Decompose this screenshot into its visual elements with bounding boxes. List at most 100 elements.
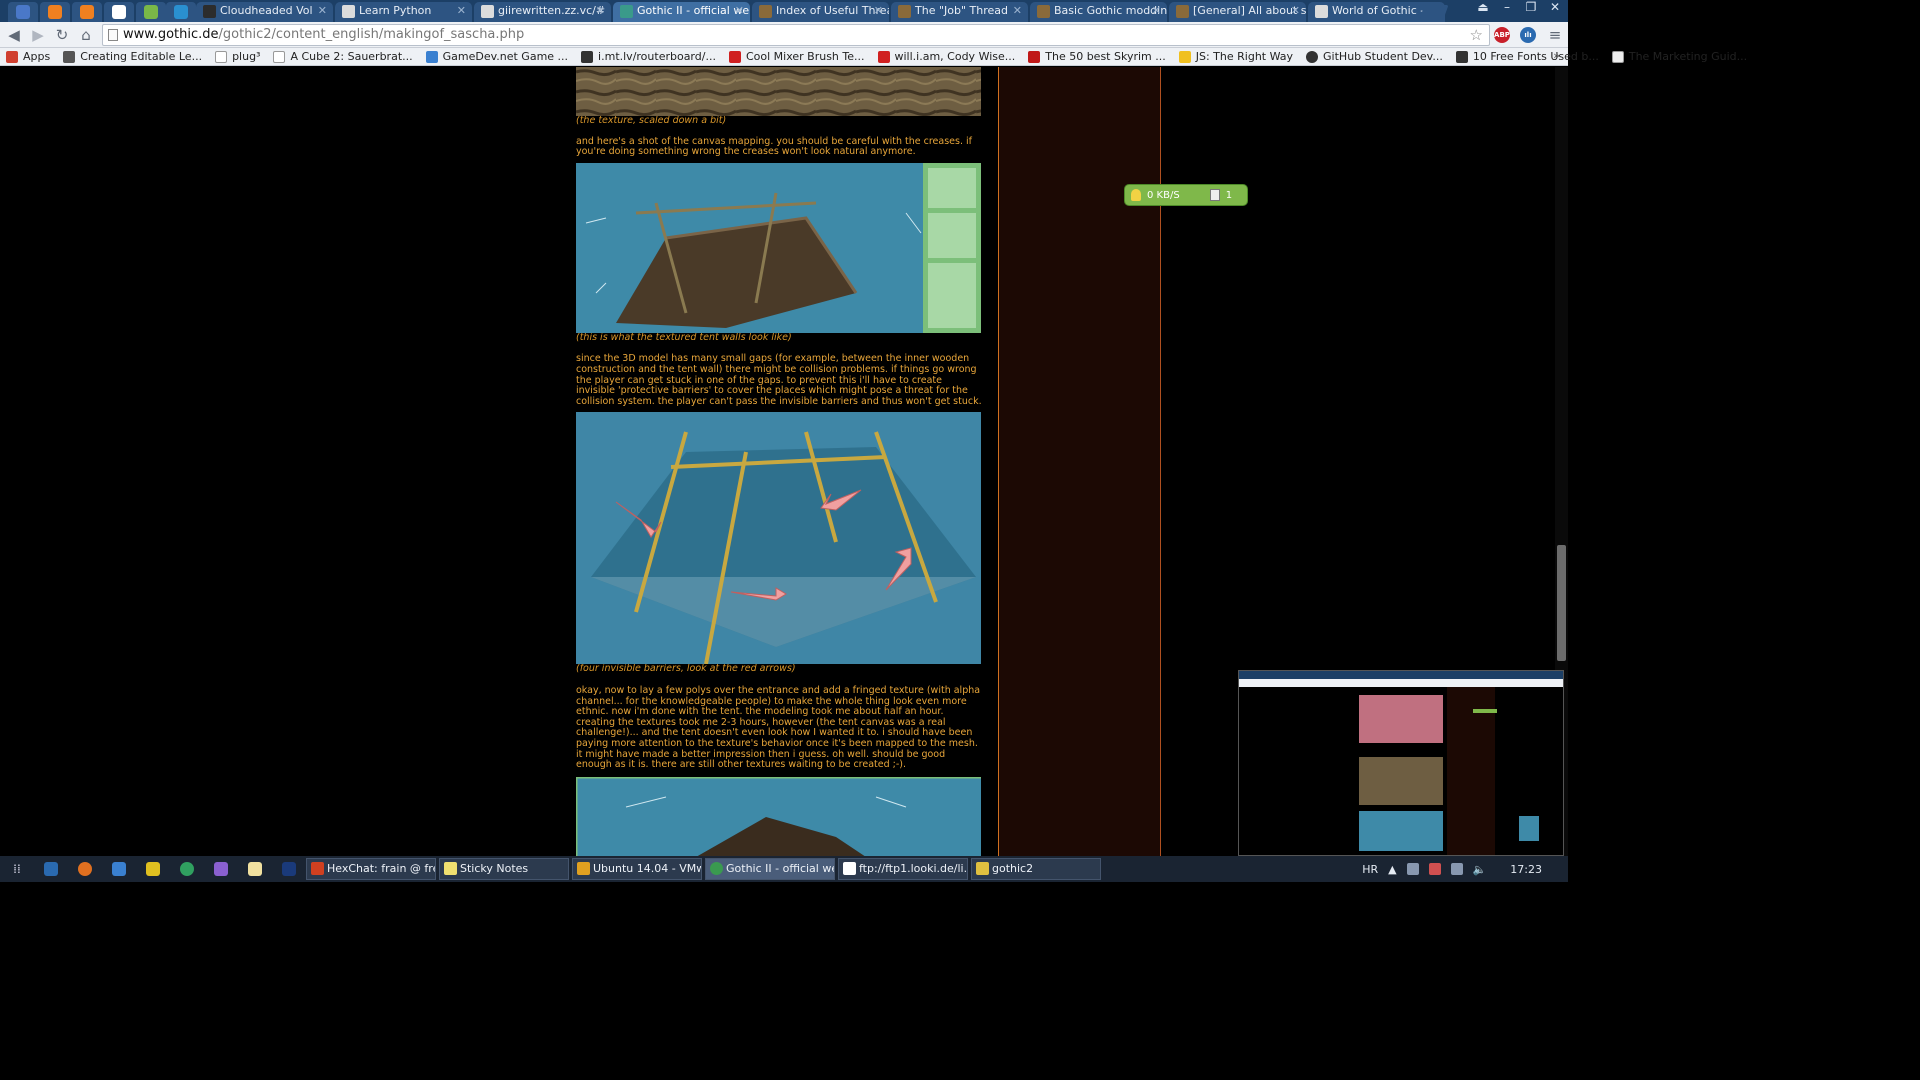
- pinned-tab-6[interactable]: [166, 2, 196, 22]
- bookmark-item[interactable]: Cool Mixer Brush Te...: [728, 50, 865, 63]
- restore-icon[interactable]: ❐: [1524, 0, 1538, 18]
- close-tab-icon[interactable]: ✕: [735, 2, 744, 20]
- address-bar[interactable]: www.gothic.de/gothic2/content_english/ma…: [102, 24, 1490, 46]
- bookmark-item[interactable]: A Cube 2: Sauerbrat...: [273, 50, 413, 63]
- close-tab-icon[interactable]: ✕: [1013, 2, 1022, 20]
- forward-arrow-icon[interactable]: ▶: [29, 26, 47, 44]
- bookmarks-bar: Apps Creating Editable Le... plug³ A Cub…: [0, 48, 1747, 66]
- visual-studio-icon: [214, 862, 228, 876]
- bookmark-item[interactable]: will.i.am, Cody Wise...: [877, 50, 1015, 63]
- bookmark-item[interactable]: GitHub Student Dev...: [1306, 50, 1443, 63]
- taskbar-pin[interactable]: [68, 856, 102, 882]
- back-arrow-icon[interactable]: ◀: [5, 26, 23, 44]
- pinned-tab-4[interactable]: [104, 2, 134, 22]
- favicon-icon: [16, 5, 30, 19]
- taskbar-pin[interactable]: [272, 856, 306, 882]
- language-indicator[interactable]: HR: [1362, 863, 1378, 876]
- network-speed-widget[interactable]: 0 KB/S 1: [1124, 184, 1248, 206]
- bookmark-item[interactable]: GameDev.net Game ...: [425, 50, 568, 63]
- notepad-icon: [248, 862, 262, 876]
- taskbar-pin[interactable]: [170, 856, 204, 882]
- pinned-tab-3[interactable]: [72, 2, 102, 22]
- apps-grid-icon: [6, 50, 18, 63]
- bookmark-favicon-icon: [425, 50, 438, 63]
- tray-expand-icon[interactable]: ▲: [1388, 863, 1396, 876]
- tab-title: Cloudheaded Vol: [220, 4, 313, 17]
- bookmark-item[interactable]: 10 Free Fonts Used b...: [1455, 50, 1599, 63]
- browser-tab[interactable]: Basic Gothic moddin ✕: [1030, 2, 1167, 22]
- network-icon[interactable]: [1406, 863, 1419, 875]
- pinned-tab-5[interactable]: [136, 2, 166, 22]
- taskbar-window-button[interactable]: Ubuntu 14.04 - VMw...: [572, 858, 702, 880]
- minimize-icon[interactable]: –: [1500, 0, 1514, 18]
- tab-title: [General] All about s: [1193, 4, 1306, 17]
- taskbar-window-button[interactable]: HexChat: frain @ fre...: [306, 858, 436, 880]
- browser-tab[interactable]: Index of Useful Threa ✕: [752, 2, 889, 22]
- start-button[interactable]: ⁞⁞: [0, 856, 34, 882]
- close-tab-icon[interactable]: ✕: [874, 2, 883, 20]
- close-tab-icon[interactable]: ✕: [1291, 2, 1300, 20]
- taskbar-pin[interactable]: [102, 856, 136, 882]
- close-tab-icon[interactable]: ✕: [318, 2, 327, 20]
- volume-icon[interactable]: 🔈: [1473, 863, 1487, 876]
- bookmark-apps[interactable]: Apps: [6, 50, 50, 63]
- scrollbar-thumb[interactable]: [1557, 545, 1566, 661]
- security-icon[interactable]: [1428, 863, 1441, 875]
- bookmark-item[interactable]: plug³: [215, 50, 260, 63]
- favicon-icon: [1315, 5, 1328, 18]
- bookmark-item[interactable]: JS: The Right Way: [1178, 50, 1293, 63]
- app-icon: [146, 862, 160, 876]
- url-path: /gothic2/content_english/makingof_sascha…: [218, 27, 525, 42]
- chrome-icon: [710, 862, 723, 875]
- canvas-mapping-svg: [576, 162, 981, 333]
- new-tab-button[interactable]: [1419, 5, 1449, 19]
- browser-tab[interactable]: The "Job" Thread ✕: [891, 2, 1028, 22]
- browser-tab[interactable]: Learn Python ✕: [335, 2, 472, 22]
- taskbar-window-button[interactable]: ftp://ftp1.looki.de/li...: [838, 858, 968, 880]
- stats-extension[interactable]: ılı: [1520, 27, 1536, 43]
- display-icon[interactable]: [1450, 863, 1463, 875]
- taskbar-window-button-active[interactable]: Gothic II - official we...: [705, 858, 835, 880]
- download-count: 1: [1225, 189, 1233, 201]
- bookmarks-overflow-button[interactable]: »: [1553, 49, 1560, 62]
- browser-toolbar: ◀ ▶ ↻ ⌂ www.gothic.de/gothic2/content_en…: [0, 22, 1568, 48]
- close-tab-icon[interactable]: ✕: [1152, 2, 1161, 20]
- window-preview-thumbnail[interactable]: [1238, 670, 1564, 856]
- image-caption: (this is what the textured tent walls lo…: [576, 331, 792, 343]
- browser-tab[interactable]: Cloudheaded Vol ✕: [196, 2, 333, 22]
- clock[interactable]: 17:23: [1510, 863, 1542, 876]
- user-icon[interactable]: ⏏: [1476, 0, 1490, 18]
- favicon-icon: [620, 5, 633, 18]
- adblock-extension[interactable]: ABP: [1494, 27, 1510, 43]
- browser-tab[interactable]: giirewritten.zz.vc/# ✕: [474, 2, 611, 22]
- bookmark-item[interactable]: i.mt.lv/routerboard/...: [581, 50, 716, 63]
- bookmark-item[interactable]: The Marketing Guid...: [1611, 50, 1747, 63]
- close-tab-icon[interactable]: ✕: [596, 2, 605, 20]
- bookmark-star-icon[interactable]: ☆: [1470, 25, 1483, 45]
- taskbar-pin[interactable]: [204, 856, 238, 882]
- firefox-icon: [78, 862, 92, 876]
- browser-tab-active[interactable]: Gothic II - official we ✕: [613, 2, 750, 22]
- taskbar-pin[interactable]: [34, 856, 68, 882]
- app-icon: [44, 862, 58, 876]
- reload-icon[interactable]: ↻: [53, 26, 71, 44]
- article-paragraph: and here's a shot of the canvas mapping.…: [576, 135, 972, 158]
- texture-image: [576, 67, 981, 116]
- favicon-icon: [112, 5, 126, 19]
- taskbar-pin[interactable]: [238, 856, 272, 882]
- browser-tab[interactable]: [General] All about s ✕: [1169, 2, 1306, 22]
- home-icon[interactable]: ⌂: [77, 26, 95, 44]
- taskbar-window-button[interactable]: gothic2: [971, 858, 1101, 880]
- close-window-icon[interactable]: ✕: [1548, 0, 1562, 18]
- pinned-tab-1[interactable]: [8, 2, 38, 22]
- menu-icon[interactable]: ≡: [1546, 26, 1564, 44]
- bookmark-item[interactable]: Creating Editable Le...: [63, 50, 202, 63]
- tab-title: Index of Useful Threa: [776, 4, 889, 17]
- taskbar-window-button[interactable]: Sticky Notes: [439, 858, 569, 880]
- app-icon: [112, 862, 126, 876]
- pinned-tab-2[interactable]: [40, 2, 70, 22]
- close-tab-icon[interactable]: ✕: [457, 2, 466, 20]
- photoshop-icon: [282, 862, 296, 876]
- bookmark-item[interactable]: The 50 best Skyrim ...: [1028, 50, 1166, 63]
- taskbar-pin[interactable]: [136, 856, 170, 882]
